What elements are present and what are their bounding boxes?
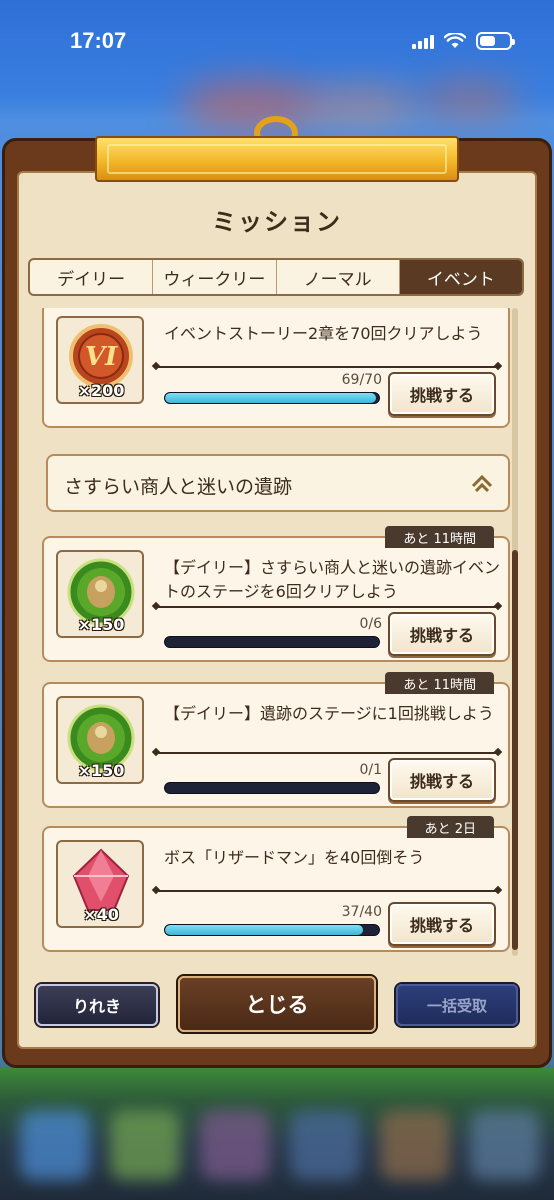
divider: [156, 366, 498, 368]
progress-count: 69/70: [341, 372, 382, 388]
tab-weekly[interactable]: ウィークリー: [153, 260, 277, 294]
tab-event[interactable]: イベント: [399, 260, 522, 294]
progress-bar: [164, 782, 380, 794]
mission-card: あと 11時間 ×150 【デイリー】遺跡のステージに1回挑戦しよう 0/1 挑…: [42, 672, 510, 808]
reward-quantity: ×150: [77, 615, 125, 634]
reward-quantity: ×150: [77, 761, 125, 780]
progress-count: 0/6: [359, 616, 382, 632]
time-left-badge: あと 2日: [406, 816, 494, 838]
status-time: 17:07: [70, 28, 127, 53]
reward-quantity: ×200: [77, 381, 125, 400]
divider: [156, 890, 498, 892]
mission-card: あと 11時間 ×150 【デイリー】さすらい商人と迷いの遺跡イベントのステージ…: [42, 526, 510, 662]
progress-count: 37/40: [341, 904, 382, 920]
mission-list[interactable]: VI ×200 イベントストーリー2章を70回クリアしよう 69/70 挑戦する…: [40, 308, 518, 956]
progress-count: 0/1: [359, 762, 382, 778]
chevron-up-icon: [471, 474, 493, 493]
event-coin-icon: ×150: [56, 696, 144, 784]
progress-bar: [164, 636, 380, 648]
tab-daily[interactable]: デイリー: [30, 260, 154, 294]
status-icons: [412, 32, 515, 50]
tab-normal[interactable]: ノーマル: [277, 260, 400, 294]
divider: [156, 752, 498, 754]
mission-description: 【デイリー】さすらい商人と迷いの遺跡イベントのステージを6回クリアしよう: [164, 558, 501, 601]
red-crystal-icon: ×40: [56, 840, 144, 928]
divider: [156, 606, 498, 608]
progress-bar: [164, 924, 380, 936]
progress-fill: [165, 393, 376, 403]
challenge-button[interactable]: 挑戦する: [388, 902, 496, 946]
bulk-receive-button[interactable]: 一括受取: [396, 984, 518, 1026]
rank-medal-icon: VI ×200: [56, 316, 144, 404]
challenge-button[interactable]: 挑戦する: [388, 612, 496, 656]
mission-description: イベントストーリー2章を70回クリアしよう: [164, 324, 483, 343]
cellular-signal-icon: [412, 33, 434, 49]
status-bar: 17:07: [0, 0, 554, 80]
progress-bar: [164, 392, 380, 404]
history-button[interactable]: りれき: [36, 984, 158, 1026]
time-left-badge: あと 11時間: [385, 672, 494, 694]
title-plate-ornament: [95, 136, 459, 182]
progress-fill: [165, 925, 363, 935]
battery-icon: [476, 32, 515, 50]
wifi-icon: [444, 33, 466, 48]
page-title: ミッション: [212, 208, 342, 236]
section-title: さすらい商人と迷いの遺跡: [64, 476, 293, 498]
challenge-button[interactable]: 挑戦する: [388, 372, 496, 416]
time-left-badge: あと 11時間: [385, 526, 494, 548]
event-coin-icon: ×150: [56, 550, 144, 638]
scrollbar-thumb[interactable]: [512, 550, 518, 950]
close-button[interactable]: とじる: [178, 976, 376, 1032]
mission-description: 【デイリー】遺跡のステージに1回挑戦しよう: [164, 704, 494, 723]
mission-tabs: デイリー ウィークリー ノーマル イベント: [28, 258, 524, 296]
event-section-header[interactable]: さすらい商人と迷いの遺跡: [46, 454, 510, 512]
svg-text:VI: VI: [85, 342, 118, 372]
reward-quantity: ×40: [83, 905, 119, 924]
mission-description: ボス「リザードマン」を40回倒そう: [164, 848, 425, 867]
challenge-button[interactable]: 挑戦する: [388, 758, 496, 802]
mission-card: あと 2日 ×40 ボス「リザードマン」を40回倒そう 37/40 挑戦する: [42, 816, 510, 952]
mission-card: VI ×200 イベントストーリー2章を70回クリアしよう 69/70 挑戦する: [42, 308, 510, 428]
